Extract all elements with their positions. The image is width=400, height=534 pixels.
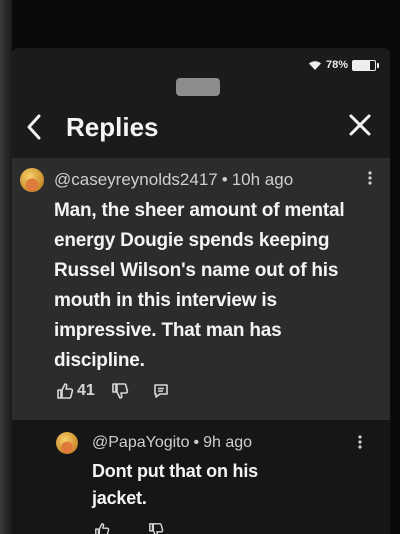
thumbs-up-icon bbox=[57, 383, 74, 399]
meta-separator: • bbox=[221, 170, 228, 189]
emoji-avatar-icon[interactable] bbox=[56, 432, 78, 454]
close-button[interactable] bbox=[344, 112, 376, 144]
chevron-left-icon bbox=[27, 114, 41, 140]
thumbs-down-icon bbox=[111, 383, 128, 399]
thumbs-down-icon bbox=[149, 523, 164, 534]
screen: 78% Replies @caseyreynolds2417•10h ago bbox=[12, 48, 390, 534]
parent-comment: @caseyreynolds2417 • 10h ago Man, the shee… bbox=[12, 158, 390, 420]
like-count: 41 bbox=[77, 382, 95, 399]
battery-icon bbox=[352, 59, 379, 71]
comment-body: Man, the sheer amount of mental energy D… bbox=[54, 200, 345, 371]
like-button[interactable] bbox=[94, 522, 110, 534]
comment-more-button[interactable] bbox=[364, 170, 376, 191]
sheet-grabber[interactable] bbox=[176, 78, 220, 96]
reply-button[interactable] bbox=[153, 383, 169, 399]
device-bezel bbox=[0, 0, 12, 534]
status-bar: 78% bbox=[308, 58, 379, 72]
reply-meta: @PapaYogito • 9h ago bbox=[92, 434, 252, 452]
battery-percent: 78% bbox=[325, 59, 348, 71]
comment-author[interactable]: @caseyreynolds2417 bbox=[54, 170, 218, 189]
reply-author[interactable]: @PapaYogito bbox=[92, 434, 190, 451]
more-vertical-icon bbox=[368, 171, 372, 185]
emoji-avatar-icon[interactable] bbox=[20, 168, 44, 192]
reply-actions bbox=[94, 522, 180, 534]
reply-time: 9h ago bbox=[203, 434, 253, 451]
replies-header: Replies bbox=[12, 106, 390, 150]
more-vertical-icon bbox=[358, 435, 362, 449]
back-button[interactable] bbox=[24, 110, 56, 146]
reply-body: Dont put that on his jacket. bbox=[92, 461, 258, 508]
wifi-icon bbox=[308, 60, 321, 70]
thumbs-up-icon bbox=[95, 523, 110, 534]
dislike-button[interactable] bbox=[148, 522, 164, 534]
close-icon bbox=[349, 114, 371, 136]
like-button[interactable]: 41 bbox=[56, 382, 95, 400]
comment-actions: 41 bbox=[56, 382, 185, 400]
page-title: Replies bbox=[66, 112, 159, 142]
comment-time: 10h ago bbox=[231, 170, 294, 189]
reply-comment: @PapaYogito • 9h ago Dont put that on his … bbox=[12, 420, 390, 534]
dislike-button[interactable] bbox=[111, 382, 129, 400]
comment-icon bbox=[153, 384, 168, 398]
meta-separator: • bbox=[193, 434, 200, 451]
comment-meta: @caseyreynolds2417 • 10h ago bbox=[54, 170, 293, 190]
reply-more-button[interactable] bbox=[354, 434, 366, 455]
